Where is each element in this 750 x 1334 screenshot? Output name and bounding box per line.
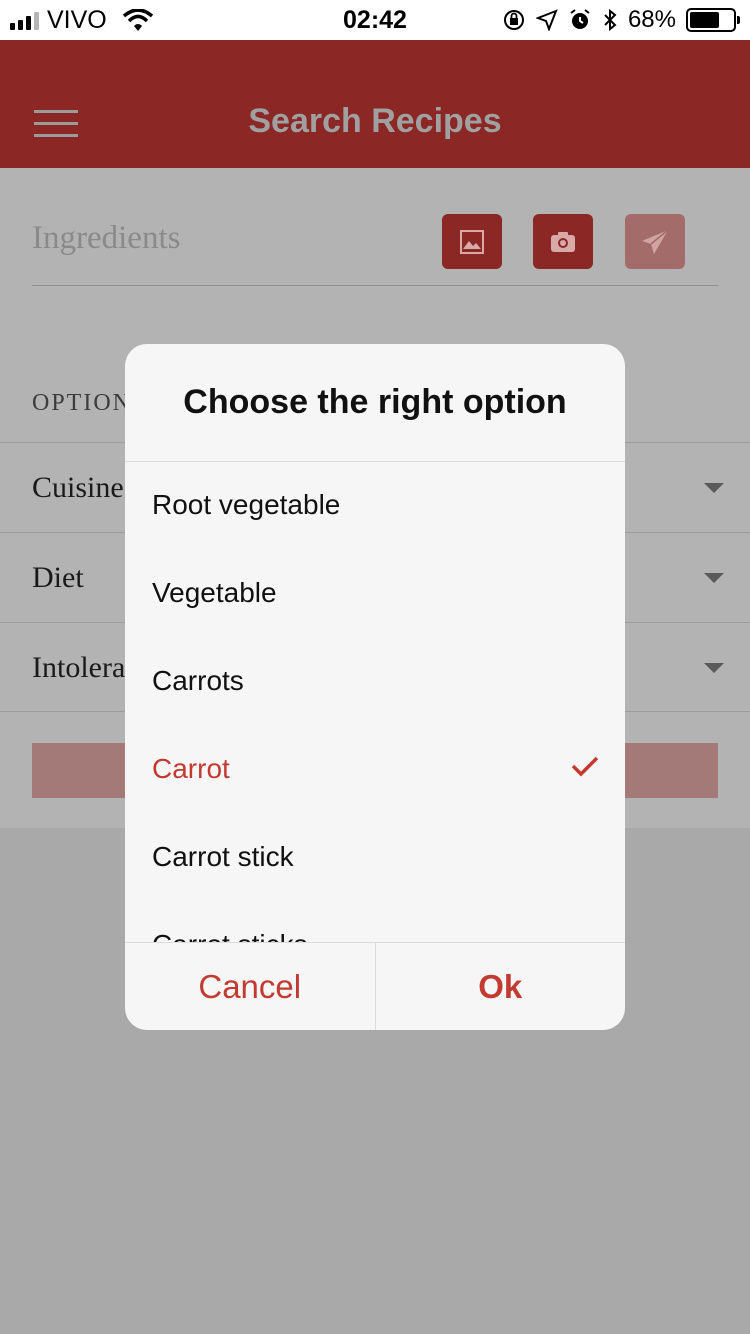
chevron-down-icon (704, 663, 724, 673)
alarm-icon (570, 9, 590, 29)
rotation-lock-icon (503, 10, 524, 30)
page-title: Search Recipes (248, 102, 502, 140)
list-item-label: Root vegetable (152, 489, 341, 520)
list-item[interactable]: Carrots (125, 639, 625, 727)
bluetooth-icon (604, 8, 617, 32)
chevron-down-icon (704, 483, 724, 493)
ingredients-row: Ingredients (32, 168, 718, 286)
gallery-button[interactable] (442, 214, 502, 269)
dialog-actions: Cancel Ok (125, 942, 625, 1030)
location-arrow-icon (535, 9, 558, 31)
list-item-label: Carrot sticks (152, 929, 308, 942)
app-header: Search Recipes (0, 40, 750, 168)
list-item-label: Vegetable (152, 577, 277, 608)
cancel-button[interactable]: Cancel (125, 943, 376, 1030)
checkmark-icon (571, 756, 599, 777)
list-item-label: Carrots (152, 665, 244, 696)
list-item[interactable]: Vegetable (125, 551, 625, 639)
option-list[interactable]: Root vegetable Vegetable Carrots Carrot … (125, 463, 625, 942)
battery-percent: 68% (627, 6, 676, 33)
list-item[interactable]: Root vegetable (125, 463, 625, 551)
status-bar: VIVO 02:42 68% (0, 0, 750, 40)
list-item[interactable]: Carrot sticks (125, 903, 625, 942)
status-icons: 68% (502, 6, 740, 34)
ok-button[interactable]: Ok (376, 943, 626, 1030)
battery-icon (686, 8, 740, 32)
option-picker-dialog: Choose the right option Root vegetable V… (125, 344, 625, 1030)
send-button[interactable] (625, 214, 685, 269)
ingredients-input[interactable]: Ingredients (32, 220, 180, 257)
list-item-selected[interactable]: Carrot (125, 727, 625, 815)
option-label: Cuisine (32, 471, 124, 504)
list-item-label: Carrot (152, 753, 230, 784)
camera-icon (551, 231, 575, 252)
list-item-label: Carrot stick (152, 841, 294, 872)
camera-button[interactable] (533, 214, 593, 269)
dialog-title: Choose the right option (125, 344, 625, 462)
image-icon (460, 229, 484, 254)
option-label: Diet (32, 561, 84, 594)
list-item[interactable]: Carrot stick (125, 815, 625, 903)
chevron-down-icon (704, 573, 724, 583)
send-icon (642, 228, 669, 254)
